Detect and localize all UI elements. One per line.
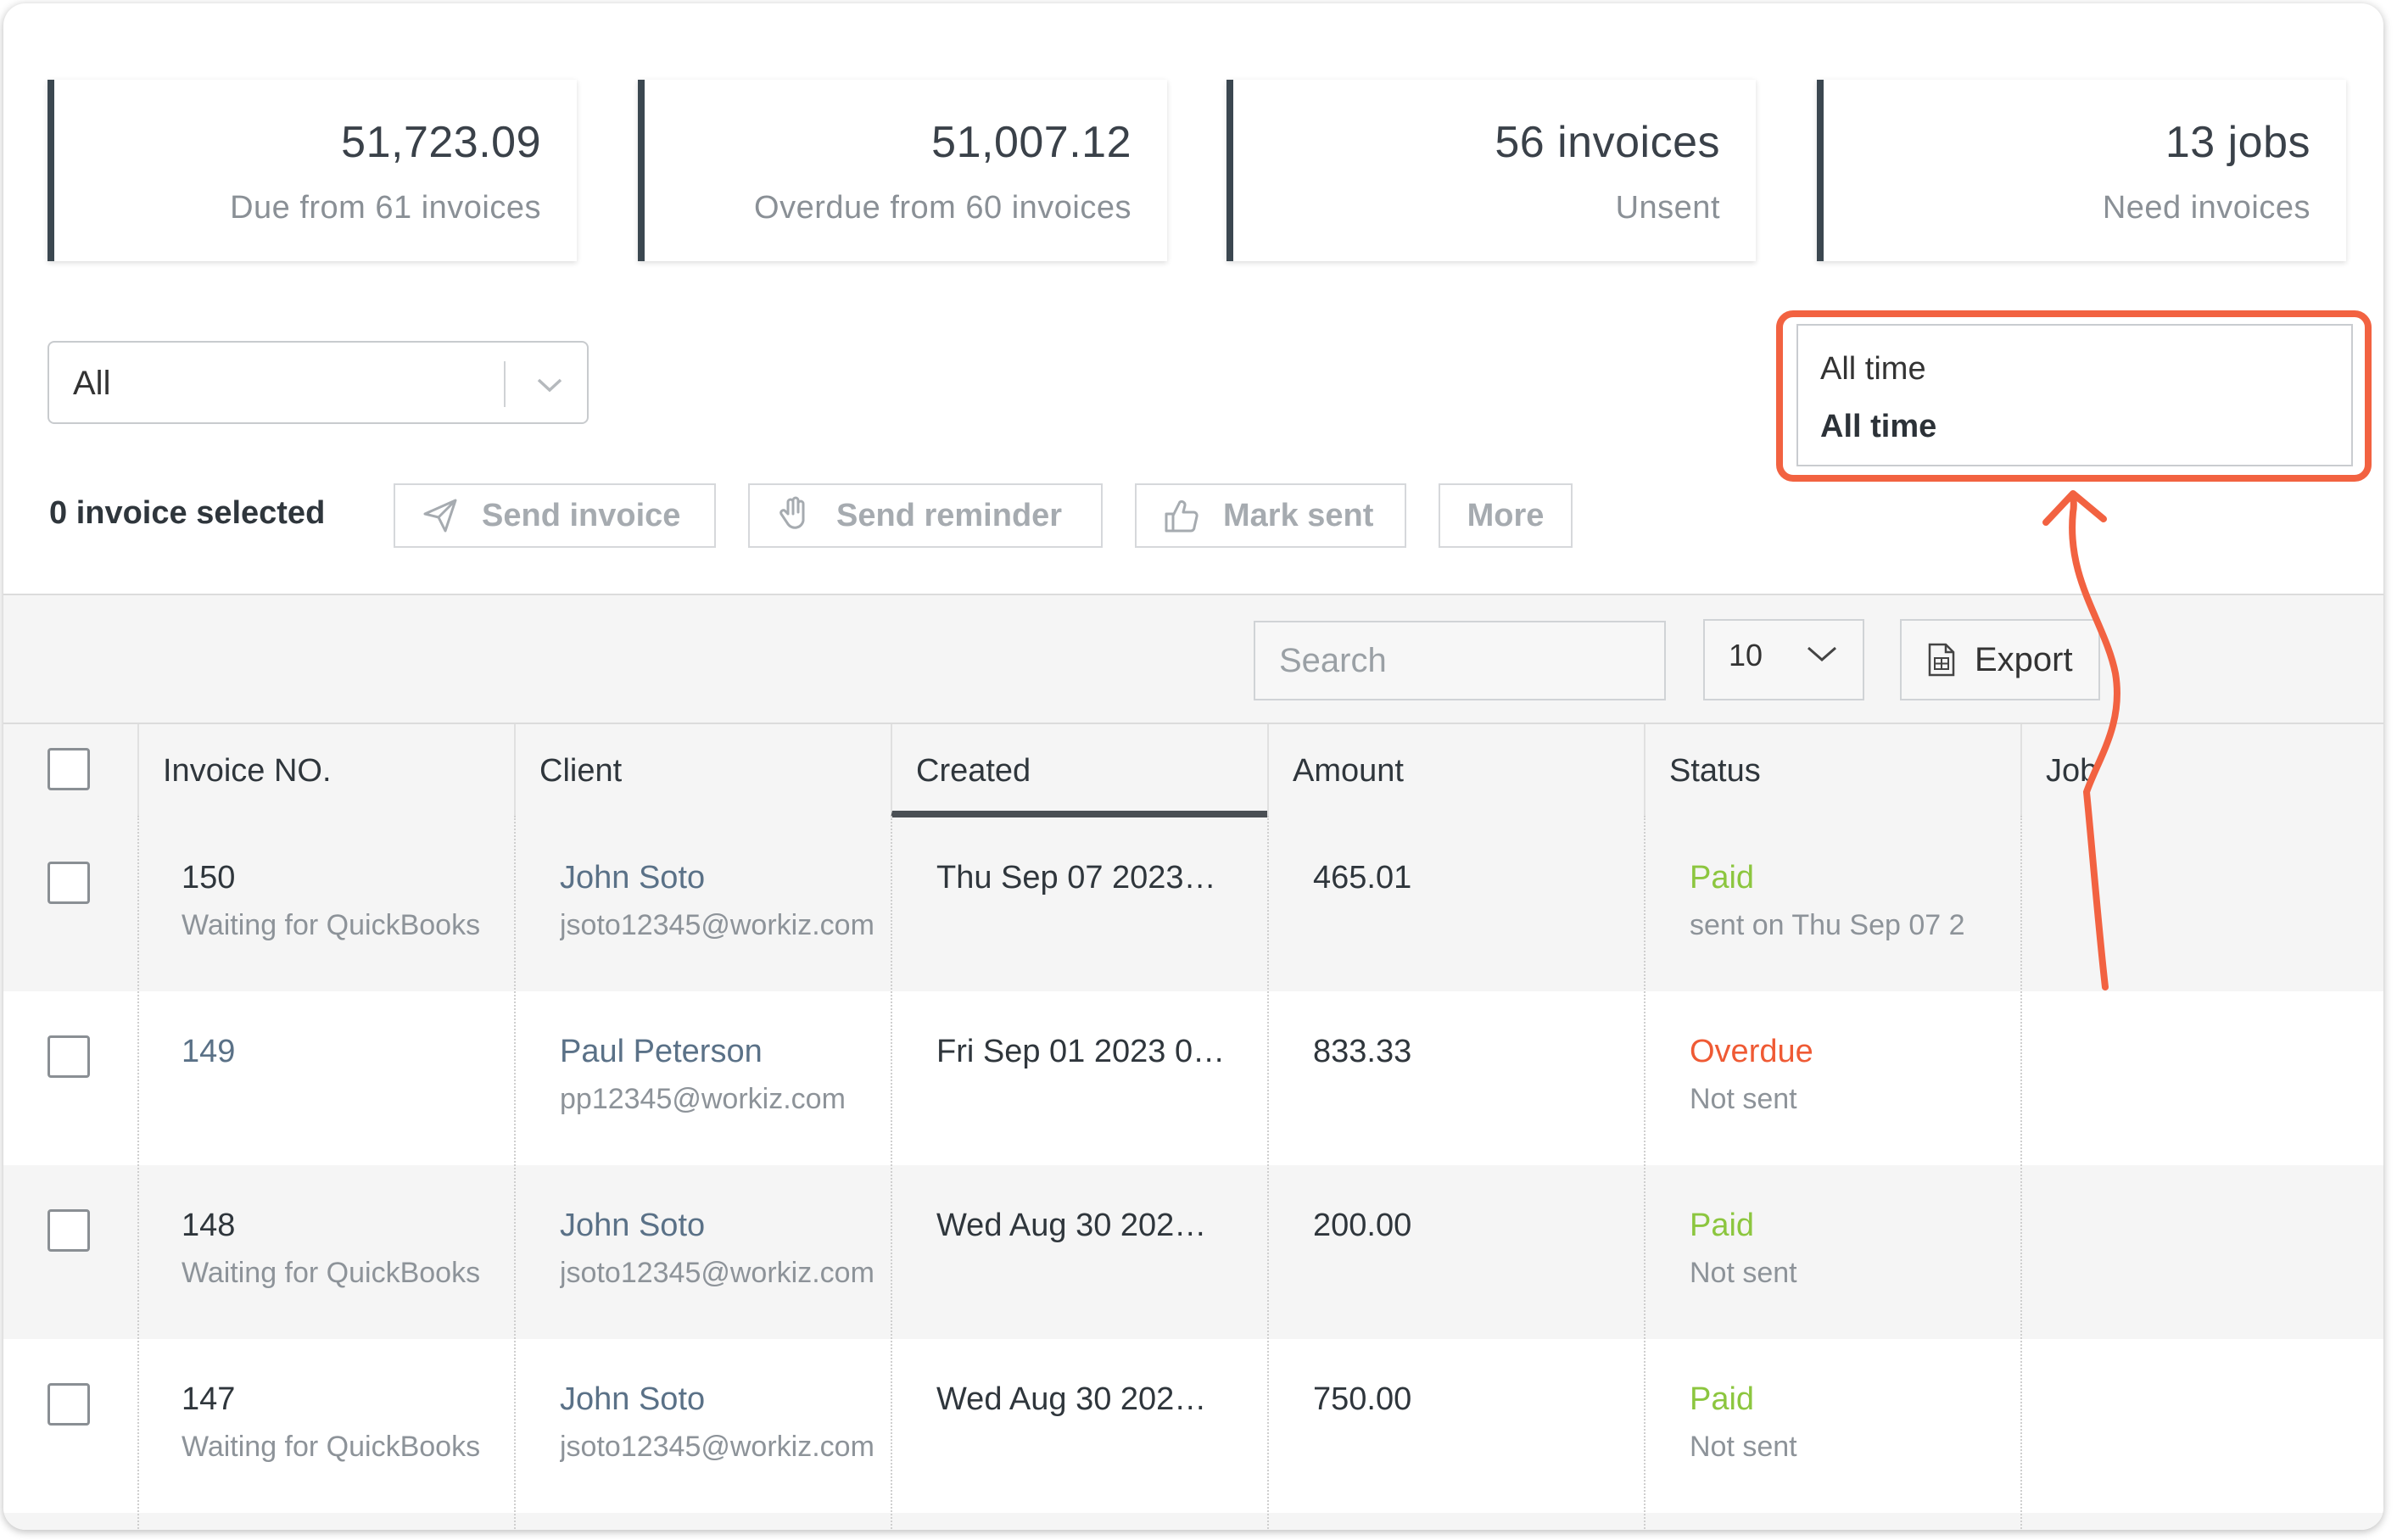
column-divider [2020, 816, 2022, 1530]
row-checkbox[interactable] [47, 862, 90, 904]
column-divider [1644, 816, 1645, 1530]
more-button[interactable]: More [1439, 483, 1573, 548]
annotation-highlight-box [1776, 310, 2372, 482]
chevron-down-icon[interactable] [524, 361, 575, 407]
selected-count: 0 invoice selected [49, 495, 326, 531]
created-date: Wed Aug 30 202… [936, 1208, 1207, 1243]
client-name-link[interactable]: John Soto [560, 860, 705, 896]
row-checkbox[interactable] [47, 1209, 90, 1252]
status-paid: Paid [1690, 860, 1755, 896]
card-value: 51,723.09 [341, 118, 541, 167]
client-name-link[interactable]: Paul Peterson [560, 1034, 763, 1070]
table-row[interactable]: 149 Paul Peterson pp12345@workiz.com Fri… [3, 991, 2383, 1165]
paper-plane-icon [417, 493, 463, 538]
created-date: Thu Sep 07 2023… [936, 860, 1216, 896]
invoice-number-link[interactable]: 149 [182, 1034, 235, 1070]
client-name-link[interactable]: John Soto [560, 1381, 705, 1418]
select-all-checkbox[interactable] [47, 748, 90, 790]
spreadsheet-icon [1927, 643, 1956, 677]
table-header: Invoice NO. Client Created Amount Status… [3, 723, 2383, 819]
invoice-number: 148 [182, 1208, 236, 1243]
created-date: Wed Aug 30 202… [936, 1381, 1207, 1417]
column-header-job[interactable]: Job [2020, 724, 2383, 817]
invoice-amount: 750.00 [1313, 1381, 1412, 1417]
more-label: More [1467, 497, 1545, 533]
invoice-amount: 200.00 [1313, 1208, 1412, 1243]
column-header-status[interactable]: Status [1644, 724, 2020, 817]
row-checkbox[interactable] [47, 1035, 90, 1078]
send-invoice-label: Send invoice [482, 497, 681, 533]
status-overdue: Overdue [1690, 1034, 1813, 1069]
mark-sent-label: Mark sent [1223, 497, 1374, 533]
invoice-sync-status: Waiting for QuickBooks [182, 1431, 481, 1463]
thumbs-up-icon [1159, 493, 1204, 538]
invoice-number: 150 [182, 860, 236, 896]
client-email: jsoto12345@workiz.com [560, 1257, 874, 1289]
status-detail: Not sent [1690, 1257, 1797, 1289]
status-paid: Paid [1690, 1208, 1755, 1243]
status-detail: Not sent [1690, 1083, 1797, 1115]
table-row[interactable]: 147 Waiting for QuickBooks John Soto jso… [3, 1339, 2383, 1513]
column-divider [1267, 816, 1269, 1530]
rows-per-page-value: 10 [1729, 638, 1763, 672]
column-header-client[interactable]: Client [514, 724, 891, 817]
column-header-invoice-no[interactable]: Invoice NO. [137, 724, 514, 817]
table-row[interactable]: 150 Waiting for QuickBooks John Soto jso… [3, 817, 2383, 991]
invoice-number: 147 [182, 1381, 236, 1417]
card-value: 51,007.12 [931, 118, 1131, 167]
send-reminder-label: Send reminder [836, 497, 1063, 533]
card-value: 56 invoices [1495, 118, 1720, 167]
invoice-sync-status: Waiting for QuickBooks [182, 909, 481, 941]
summary-card-unsent[interactable]: 56 invoices Unsent [1226, 80, 1756, 261]
invoice-amount: 833.33 [1313, 1034, 1412, 1069]
column-header-created[interactable]: Created [891, 724, 1267, 817]
status-detail: sent on Thu Sep 07 2 [1690, 909, 1965, 941]
summary-card-need-invoices[interactable]: 13 jobs Need invoices [1817, 80, 2346, 261]
mark-sent-button[interactable]: Mark sent [1135, 483, 1406, 548]
rows-per-page-select[interactable]: 10 [1703, 619, 1864, 700]
status-detail: Not sent [1690, 1431, 1797, 1463]
chevron-down-icon [1805, 643, 1839, 667]
invoice-sync-status: Waiting for QuickBooks [182, 1257, 481, 1289]
column-divider [891, 816, 892, 1530]
status-filter-value: All [73, 365, 111, 402]
send-reminder-button[interactable]: Send reminder [748, 483, 1103, 548]
summary-card-due[interactable]: 51,723.09 Due from 61 invoices [47, 80, 577, 261]
invoice-amount: 465.01 [1313, 860, 1412, 896]
summary-card-overdue[interactable]: 51,007.12 Overdue from 60 invoices [638, 80, 1167, 261]
status-paid: Paid [1690, 1381, 1755, 1417]
card-value: 13 jobs [2165, 118, 2310, 167]
client-email: jsoto12345@workiz.com [560, 1431, 874, 1463]
invoices-panel: 51,723.09 Due from 61 invoices 51,007.12… [3, 3, 2383, 1530]
card-label: Overdue from 60 invoices [754, 190, 1131, 226]
reminder-hand-icon [772, 493, 818, 538]
select-divider [504, 361, 506, 407]
card-label: Unsent [1615, 190, 1720, 226]
client-email: pp12345@workiz.com [560, 1083, 846, 1115]
created-date: Fri Sep 01 2023 0… [936, 1034, 1226, 1069]
export-label: Export [1975, 640, 2073, 678]
send-invoice-button[interactable]: Send invoice [394, 483, 716, 548]
table-row[interactable]: 148 Waiting for QuickBooks John Soto jso… [3, 1165, 2383, 1339]
card-label: Due from 61 invoices [230, 190, 541, 226]
client-name-link[interactable]: John Soto [560, 1208, 705, 1244]
status-filter-select[interactable]: All [47, 341, 589, 424]
column-divider [514, 816, 516, 1530]
column-divider [137, 816, 139, 1530]
card-label: Need invoices [2102, 190, 2310, 226]
client-email: jsoto12345@workiz.com [560, 909, 874, 941]
column-header-amount[interactable]: Amount [1267, 724, 1644, 817]
row-checkbox[interactable] [47, 1383, 90, 1426]
export-button[interactable]: Export [1900, 619, 2100, 700]
search-input[interactable]: Search [1254, 621, 1666, 700]
